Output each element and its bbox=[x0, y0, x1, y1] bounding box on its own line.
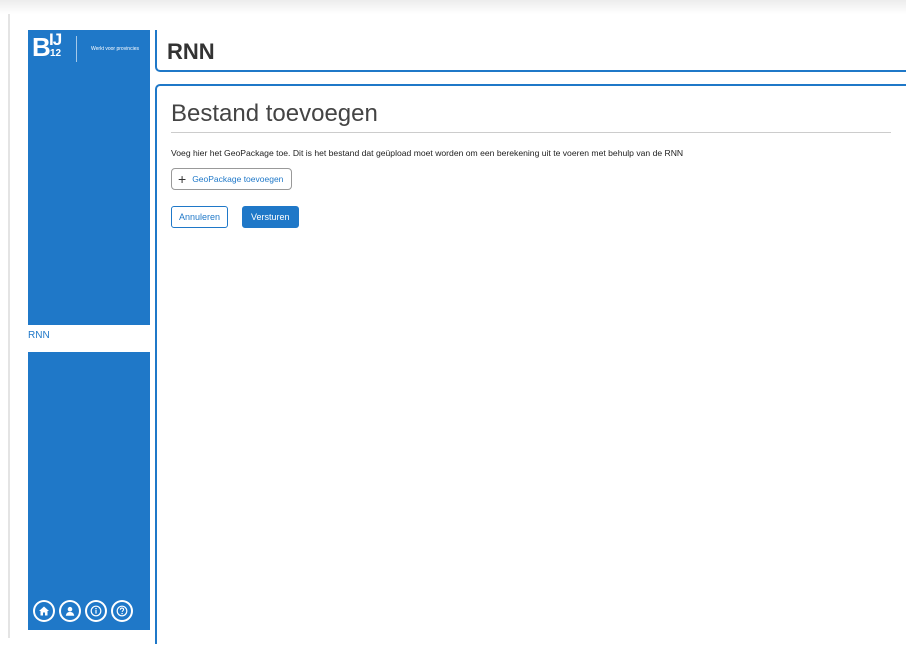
help-icon[interactable] bbox=[111, 600, 133, 622]
content-panel: Bestand toevoegen Voeg hier het GeoPacka… bbox=[155, 84, 906, 644]
cancel-button[interactable]: Annuleren bbox=[171, 206, 229, 228]
brand-logo[interactable]: B IJ 12 Werkt voor provincies bbox=[28, 30, 150, 68]
app-window: B IJ 12 Werkt voor provincies RNN RNN Be… bbox=[0, 0, 906, 646]
logo-mark: B IJ 12 bbox=[32, 30, 66, 64]
logo-letter: B bbox=[32, 32, 51, 62]
section-heading: Bestand toevoegen bbox=[171, 100, 378, 127]
sidebar-item-rnn[interactable]: RNN bbox=[28, 330, 50, 341]
window-left-edge bbox=[8, 14, 10, 638]
sidebar-bottom-panel bbox=[28, 352, 150, 630]
sidebar: B IJ 12 Werkt voor provincies RNN bbox=[28, 30, 150, 630]
add-geopackage-label: GeoPackage toevoegen bbox=[192, 174, 284, 184]
sidebar-top-panel: B IJ 12 Werkt voor provincies bbox=[28, 30, 150, 325]
window-top-edge bbox=[0, 0, 906, 14]
add-geopackage-button[interactable]: + GeoPackage toevoegen bbox=[171, 168, 293, 190]
sidebar-footer-icons bbox=[33, 600, 133, 622]
user-icon[interactable] bbox=[59, 600, 81, 622]
logo-divider bbox=[76, 36, 77, 62]
page-header: RNN bbox=[155, 30, 906, 72]
logo-number: 12 bbox=[50, 48, 62, 59]
submit-button[interactable]: Versturen bbox=[242, 206, 299, 228]
description-text: Voeg hier het GeoPackage toe. Dit is het… bbox=[171, 148, 684, 158]
info-icon[interactable] bbox=[85, 600, 107, 622]
sidebar-nav: RNN bbox=[28, 325, 150, 352]
logo-ij: IJ bbox=[49, 30, 62, 49]
plus-icon: + bbox=[178, 171, 187, 187]
heading-divider bbox=[171, 132, 891, 133]
logo-tagline: Werkt voor provincies bbox=[91, 46, 139, 52]
home-icon[interactable] bbox=[33, 600, 55, 622]
page-title: RNN bbox=[167, 39, 215, 64]
